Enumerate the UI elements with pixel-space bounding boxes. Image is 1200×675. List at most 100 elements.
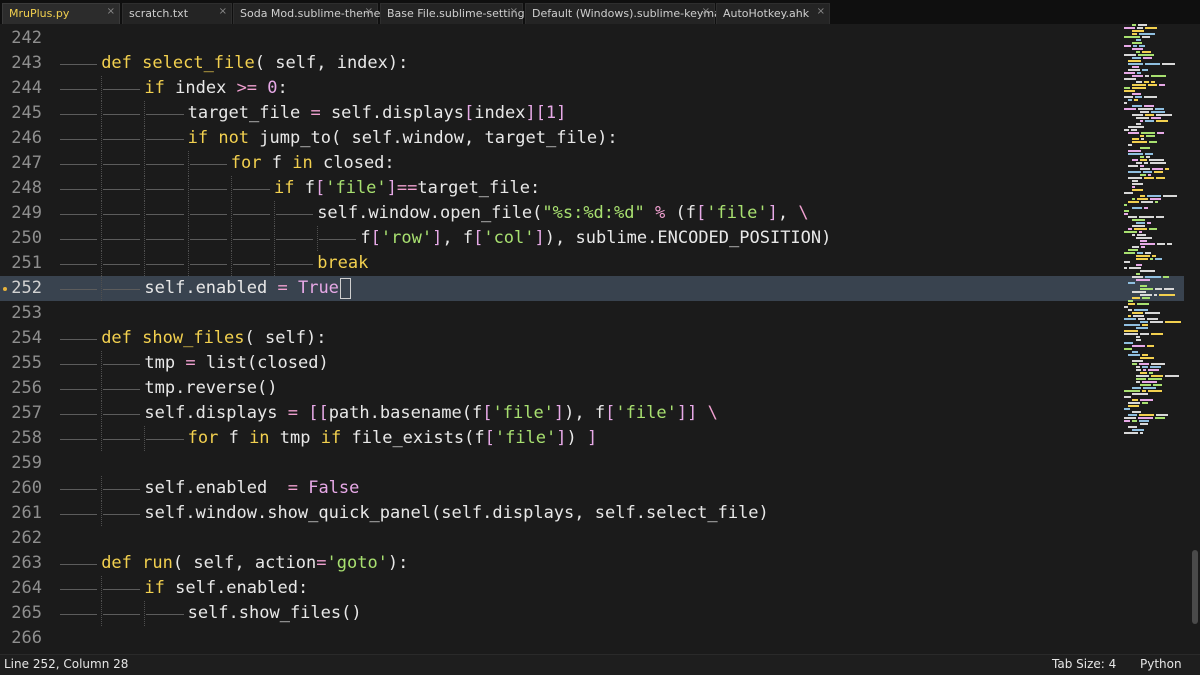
tab-whitespace-marker (146, 214, 184, 215)
code-line[interactable]: def show_files( self): (101, 326, 326, 351)
code-line[interactable]: for f in closed: (231, 151, 395, 176)
tab-whitespace-marker (146, 614, 184, 615)
code-token: target_file (484, 128, 598, 148)
minimap-line (1132, 393, 1148, 395)
minimap-line (1136, 222, 1145, 224)
code-token: ] (386, 178, 397, 198)
code-token: if (320, 428, 342, 448)
code-line[interactable]: self.show_files() (188, 601, 362, 626)
minimap-line (1139, 420, 1149, 422)
code-line[interactable]: self.window.open_file("%s:%d:%d" % (f['f… (317, 201, 808, 226)
code-token: "%s:%d:%d" (542, 203, 645, 223)
code-token: ) (758, 503, 769, 523)
code-line[interactable]: self.window.show_quick_panel(self.displa… (144, 501, 768, 526)
minimap-line (1143, 57, 1152, 59)
code-line[interactable]: self.enabled = False (144, 476, 359, 501)
minimap-line (1136, 381, 1140, 383)
minimap-line (1132, 66, 1139, 68)
minimap-line (1124, 129, 1129, 131)
minimap-line (1140, 156, 1144, 158)
code-line[interactable]: target_file = self.displays[index][1] (188, 101, 567, 126)
minimap-line (1128, 144, 1132, 146)
code-line[interactable]: def run( self, action='goto'): (101, 551, 408, 576)
tab-scratch-txt[interactable]: scratch.txt × (122, 3, 232, 24)
line-number-gutter[interactable]: 242 243 244 245 246 247 248 249 250 251 252 253 254 2… (0, 24, 52, 654)
minimap-line (1138, 318, 1145, 320)
minimap-line (1140, 384, 1151, 386)
minimap-line (1124, 261, 1130, 263)
minimap-line (1164, 288, 1174, 290)
minimap-line (1144, 105, 1154, 107)
tab-autohotkey-ahk[interactable]: AutoHotkey.ahk × (716, 3, 830, 24)
code-line[interactable]: break (317, 251, 368, 276)
code-token: self.displays (330, 103, 464, 123)
tab-mruplus-py[interactable]: MruPlus.py × (2, 3, 120, 24)
minimap-line (1134, 228, 1147, 230)
minimap-line (1128, 69, 1140, 71)
close-icon[interactable]: × (365, 6, 373, 17)
tab-whitespace-marker (60, 589, 98, 590)
code-line[interactable]: tmp = list(closed) (144, 351, 328, 376)
minimap-line (1128, 216, 1137, 218)
minimap-line (1150, 162, 1166, 164)
minimap-line (1128, 405, 1139, 407)
minimap-line (1151, 81, 1155, 83)
scrollbar-thumb[interactable] (1192, 550, 1198, 624)
minimap-line (1128, 228, 1132, 230)
minimap-line (1124, 333, 1138, 335)
close-icon[interactable]: × (817, 6, 825, 17)
code-token: 'row' (380, 228, 433, 248)
minimap[interactable] (1122, 24, 1184, 444)
code-line[interactable]: f['row'], f['col']), sublime.ENCODED_POS… (360, 226, 831, 251)
code-line[interactable]: if index >= 0: (144, 76, 287, 101)
minimap-line (1132, 24, 1136, 26)
code-line[interactable]: tmp.reverse() (144, 376, 277, 401)
code-line[interactable]: if self.enabled: (144, 576, 308, 601)
editor-view[interactable]: 242 243 244 245 246 247 248 249 250 251 252 253 254 2… (0, 24, 1200, 654)
minimap-line (1147, 318, 1158, 320)
vertical-scrollbar[interactable] (1190, 24, 1200, 654)
minimap-line (1154, 294, 1157, 296)
close-icon[interactable]: × (107, 6, 115, 17)
minimap-line (1143, 171, 1152, 173)
close-icon[interactable]: × (702, 6, 710, 17)
code-token: def (101, 553, 132, 573)
code-line[interactable]: self.displays = [[path.basename(f['file'… (144, 401, 717, 426)
code-line[interactable]: if not jump_to( self.window, target_file… (188, 126, 618, 151)
code-line[interactable]: def select_file( self, index): (101, 51, 408, 76)
code-token: = (185, 353, 196, 373)
code-line[interactable]: self.enabled = True (144, 276, 339, 301)
minimap-line (1138, 417, 1153, 419)
minimap-line (1132, 180, 1138, 182)
minimap-line (1128, 171, 1141, 173)
tab-soda-mod-theme[interactable]: Soda Mod.sublime-theme × (233, 3, 380, 24)
code-token: show_files (142, 328, 245, 348)
line-number: 265 (11, 603, 42, 623)
tab-whitespace-marker (60, 289, 98, 290)
code-token: self.enabled: (175, 578, 309, 598)
close-icon[interactable]: × (510, 6, 518, 17)
code-line[interactable]: if f['file']==target_file: (274, 176, 540, 201)
code-area[interactable]: def select_file( self, index): if index >… (58, 24, 1118, 654)
minimap-line (1128, 60, 1141, 62)
tab-base-file-settings[interactable]: Base File.sublime-settings × (380, 3, 530, 24)
code-token: self.window.open_file (317, 203, 533, 223)
tab-default-keymap[interactable]: Default (Windows).sublime-keymap × (525, 3, 728, 24)
minimap-line (1142, 402, 1148, 404)
minimap-line (1124, 330, 1138, 332)
minimap-line (1136, 279, 1150, 281)
minimap-line (1151, 75, 1166, 77)
tab-whitespace-marker (60, 239, 98, 240)
tab-size-indicator[interactable]: Tab Size: 4 (1052, 657, 1116, 671)
tab-whitespace-marker (189, 164, 227, 165)
line-number: 251 (11, 253, 42, 273)
minimap-line (1142, 69, 1148, 71)
tab-bar: MruPlus.py × scratch.txt × Soda Mod.subl… (0, 0, 1200, 24)
minimap-line (1128, 249, 1138, 251)
code-line[interactable]: for f in tmp if file_exists(f['file']) ] (188, 426, 598, 451)
close-icon[interactable]: × (219, 6, 227, 17)
minimap-line (1159, 84, 1165, 86)
syntax-indicator[interactable]: Python (1140, 657, 1182, 671)
minimap-line (1139, 414, 1154, 416)
